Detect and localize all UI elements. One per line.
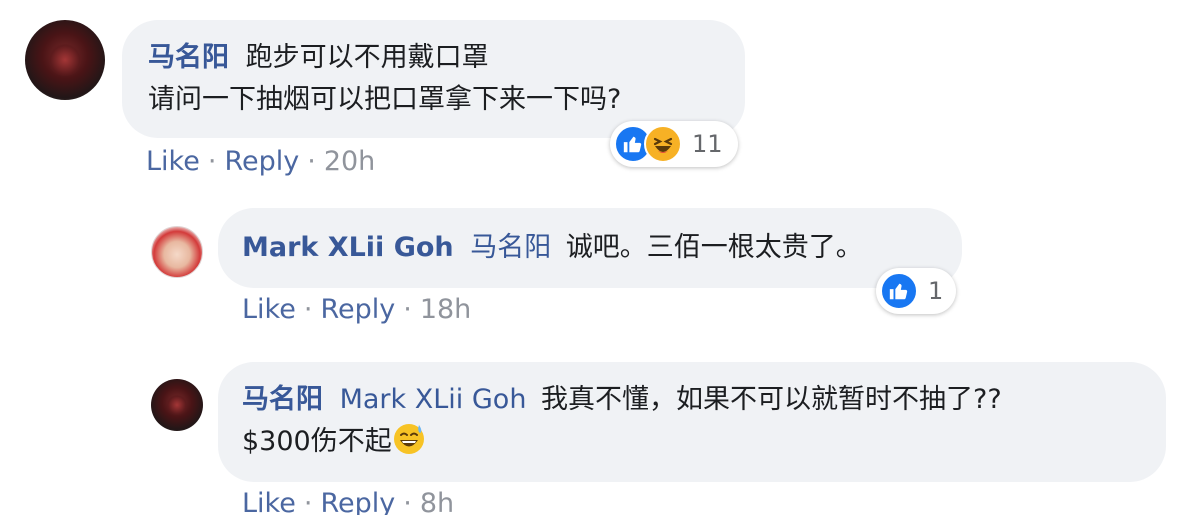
like-link[interactable]: Like [242, 294, 296, 325]
comment-line-2: $300伤不起 [242, 421, 1142, 463]
reaction-summary[interactable]: 1 [876, 268, 956, 314]
comment-line-1: 马名阳 Mark XLii Goh 我真不懂，如果不可以就暂时不抽了?? [242, 379, 1142, 421]
avatar[interactable] [151, 379, 203, 431]
comment-actions: Like · Reply · 8h [242, 488, 454, 515]
comment-actions: Like · Reply · 20h [146, 146, 375, 177]
reaction-summary[interactable]: 11 [610, 121, 738, 167]
comment-author[interactable]: 马名阳 [242, 384, 323, 415]
separator: · [307, 146, 316, 177]
mention-link[interactable]: 马名阳 [470, 232, 551, 263]
mention-link[interactable]: Mark XLii Goh [340, 384, 527, 415]
comment-line-1: 马名阳 跑步可以不用戴口罩 [148, 37, 721, 79]
separator: · [403, 488, 412, 515]
comment-text: 我真不懂，如果不可以就暂时不抽了?? [541, 384, 1002, 415]
reaction-count: 1 [928, 277, 944, 305]
comment-text-line-2: 请问一下抽烟可以把口罩拿下来一下吗? [148, 84, 622, 115]
avatar[interactable] [151, 226, 203, 278]
comment-bubble: Mark XLii Goh 马名阳 诚吧。三佰一根太贵了。 [218, 208, 962, 288]
timestamp[interactable]: 20h [324, 146, 375, 177]
reply-link[interactable]: Reply [320, 294, 395, 325]
haha-icon [644, 125, 682, 163]
separator: · [303, 488, 313, 515]
comment-author[interactable]: Mark XLii Goh [242, 232, 454, 263]
comment-thread: 马名阳 跑步可以不用戴口罩 请问一下抽烟可以把口罩拿下来一下吗? 11 Like… [0, 0, 1200, 515]
comment-actions: Like · Reply · 18h [242, 294, 471, 325]
timestamp[interactable]: 8h [420, 488, 454, 515]
reply-link[interactable]: Reply [224, 146, 299, 177]
comment-author[interactable]: 马名阳 [148, 42, 229, 73]
comment-bubble: 马名阳 Mark XLii Goh 我真不懂，如果不可以就暂时不抽了?? $30… [218, 362, 1166, 482]
like-link[interactable]: Like [242, 488, 296, 515]
timestamp[interactable]: 18h [420, 294, 471, 325]
separator: · [207, 146, 217, 177]
separator: · [303, 294, 313, 325]
like-link[interactable]: Like [146, 146, 200, 177]
comment-text: 诚吧。三佰一根太贵了。 [565, 232, 863, 263]
reaction-count: 11 [692, 130, 723, 158]
comment-text: 跑步可以不用戴口罩 [245, 42, 489, 73]
comment-text-line-2: $300伤不起 [242, 426, 392, 457]
avatar[interactable] [25, 20, 105, 100]
separator: · [403, 294, 412, 325]
like-icon [880, 272, 918, 310]
sweat-smile-emoji [392, 422, 426, 456]
reply-link[interactable]: Reply [320, 488, 395, 515]
